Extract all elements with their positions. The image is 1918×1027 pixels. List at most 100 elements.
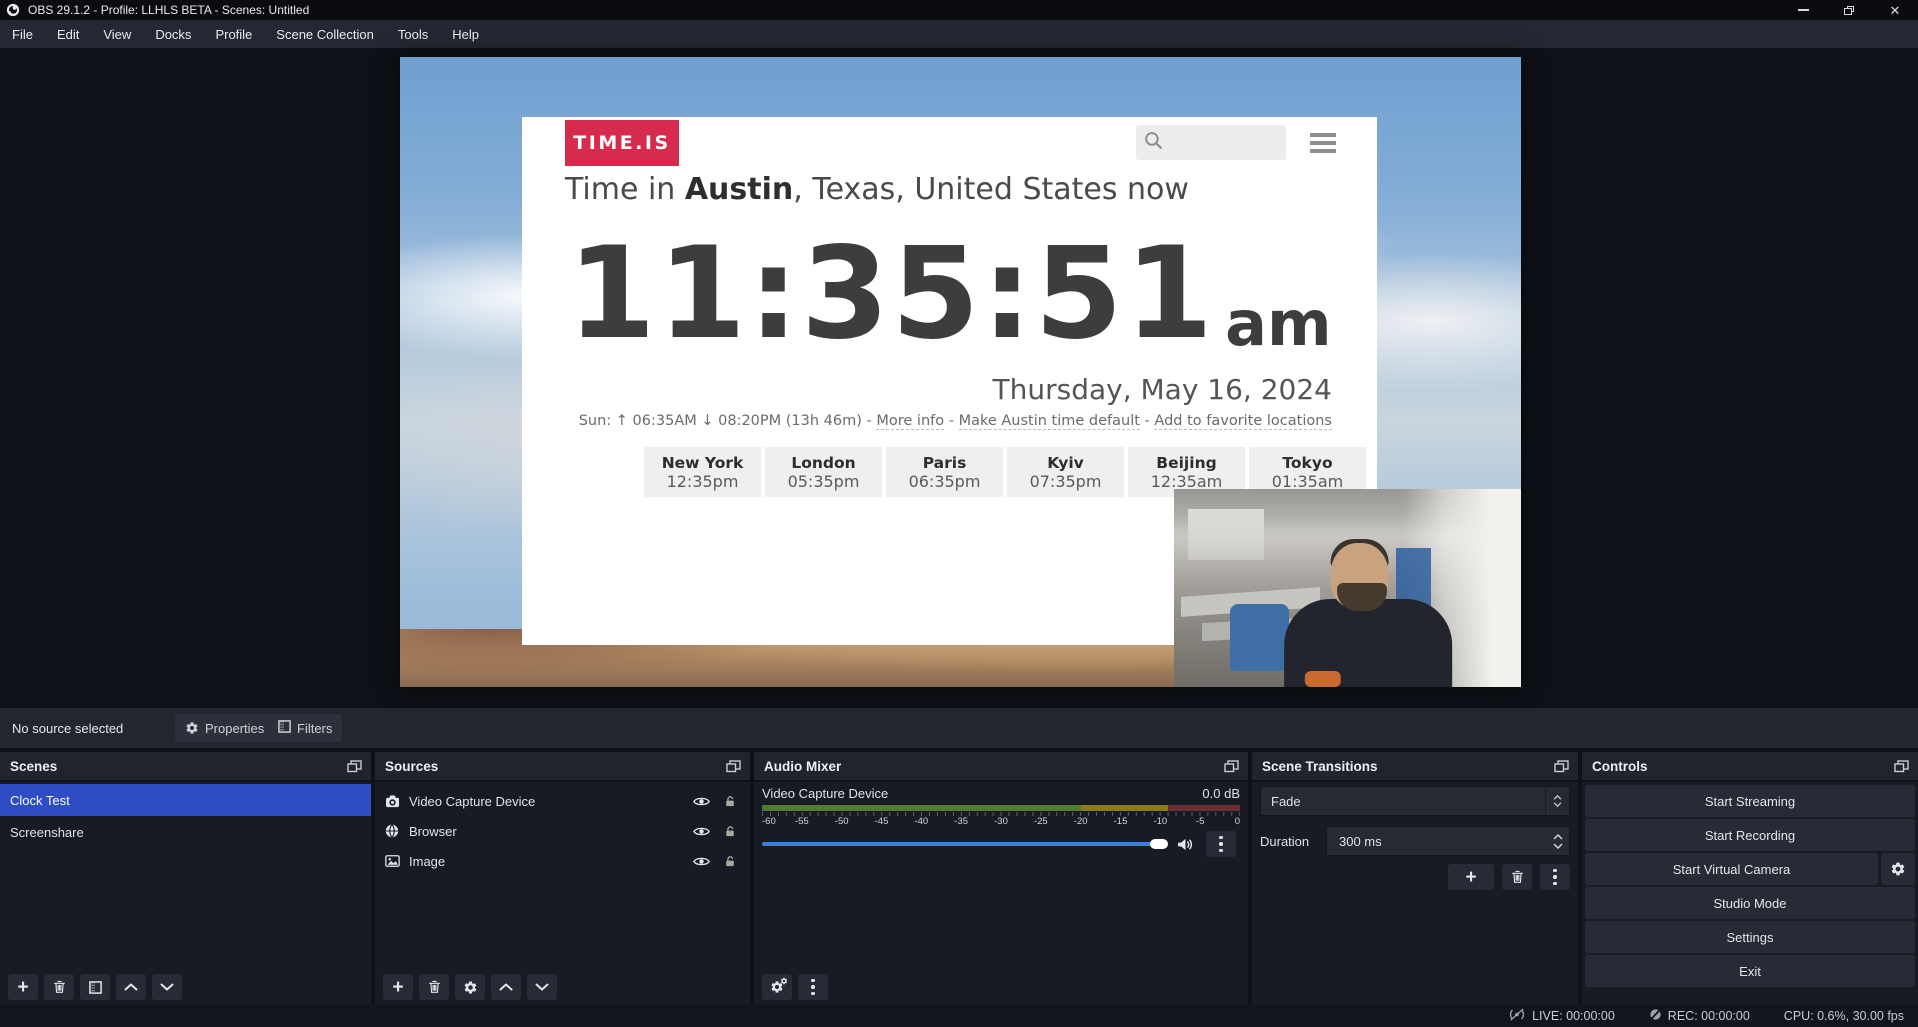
city-paris[interactable]: Paris06:35pm xyxy=(886,447,1003,497)
mixer-menu-button[interactable] xyxy=(798,974,828,1000)
menu-bar: File Edit View Docks Profile Scene Colle… xyxy=(0,20,1918,48)
search-input[interactable] xyxy=(1136,125,1286,160)
lock-icon[interactable] xyxy=(724,855,736,868)
lock-icon[interactable] xyxy=(724,825,736,838)
move-source-up-button[interactable] xyxy=(491,974,521,1000)
sun-times: Sun: ↑ 06:35AM ↓ 08:20PM (13h 46m) - xyxy=(579,413,872,429)
transition-select-arrows[interactable] xyxy=(1545,787,1569,815)
date-text: Thursday, May 16, 2024 xyxy=(993,373,1332,406)
preview-canvas[interactable]: TIME.IS Time in Austin, Texas, United St… xyxy=(400,57,1521,687)
cpu-fps-text: CPU: 0.6%, 30.00 fps xyxy=(1784,1009,1904,1023)
audio-mixer-panel: Audio Mixer Video Capture Device 0.0 dB … xyxy=(754,752,1248,1005)
visibility-eye-icon[interactable] xyxy=(693,826,710,837)
properties-button[interactable]: Properties xyxy=(175,714,274,742)
scenes-dock-icon[interactable] xyxy=(347,760,363,774)
transition-menu-button[interactable] xyxy=(1540,864,1570,890)
make-default-link[interactable]: Make Austin time default xyxy=(959,413,1140,430)
timeis-logo[interactable]: TIME.IS xyxy=(565,120,679,166)
add-favorite-link[interactable]: Add to favorite locations xyxy=(1154,413,1332,430)
window-title: OBS 29.1.2 - Profile: LLHLS BETA - Scene… xyxy=(28,3,309,17)
source-item-image[interactable]: Image xyxy=(375,846,750,876)
menu-file[interactable]: File xyxy=(0,20,45,48)
minimize-button[interactable] xyxy=(1780,0,1826,20)
source-item-browser[interactable]: Browser xyxy=(375,816,750,846)
title-bar: OBS 29.1.2 - Profile: LLHLS BETA - Scene… xyxy=(0,0,1918,20)
city-new-york[interactable]: New York12:35pm xyxy=(644,447,761,497)
sun-info-line: Sun: ↑ 06:35AM ↓ 08:20PM (13h 46m) - Mor… xyxy=(579,413,1332,429)
remove-transition-button[interactable] xyxy=(1502,864,1532,890)
gear-icon xyxy=(185,721,199,735)
camera-icon xyxy=(385,795,409,808)
scenes-panel: Scenes Clock Test Screenshare + xyxy=(0,752,371,1005)
scenes-title: Scenes xyxy=(10,759,57,774)
visibility-eye-icon[interactable] xyxy=(693,856,710,867)
duration-spinbox[interactable]: 300 ms xyxy=(1326,826,1570,856)
more-info-link[interactable]: More info xyxy=(876,413,944,430)
clock-digits: 11:35:51 xyxy=(567,230,1215,357)
duration-spin-arrows[interactable] xyxy=(1553,827,1563,855)
mixer-channel-name: Video Capture Device xyxy=(762,786,888,801)
rec-time-text: REC: 00:00:00 xyxy=(1668,1009,1750,1023)
properties-label: Properties xyxy=(205,721,264,736)
live-time-text: LIVE: 00:00:00 xyxy=(1532,1009,1615,1023)
scene-transitions-panel: Scene Transitions Fade Duration 300 ms + xyxy=(1252,752,1578,1005)
volume-slider-handle[interactable] xyxy=(1150,839,1168,849)
start-virtual-camera-button[interactable]: Start Virtual Camera xyxy=(1585,853,1878,885)
globe-icon xyxy=(385,824,409,838)
transition-select[interactable]: Fade xyxy=(1260,786,1570,816)
stream-inactive-icon xyxy=(1508,1008,1526,1024)
menu-help[interactable]: Help xyxy=(440,20,491,48)
add-transition-button[interactable]: + xyxy=(1448,864,1494,890)
add-scene-button[interactable]: + xyxy=(8,974,38,1000)
webcam-video[interactable] xyxy=(1174,489,1521,687)
scene-filters-button[interactable] xyxy=(80,974,110,1000)
source-item-video-capture[interactable]: Video Capture Device xyxy=(375,786,750,816)
lock-icon[interactable] xyxy=(724,795,736,808)
volume-meter xyxy=(762,805,1240,811)
volume-slider[interactable] xyxy=(762,842,1167,846)
scene-item-clock-test[interactable]: Clock Test xyxy=(0,784,371,816)
city-kyiv[interactable]: Kyiv07:35pm xyxy=(1007,447,1124,497)
remove-source-button[interactable] xyxy=(419,974,449,1000)
studio-mode-button[interactable]: Studio Mode xyxy=(1585,887,1915,919)
remove-scene-button[interactable] xyxy=(44,974,74,1000)
transitions-dock-icon[interactable] xyxy=(1554,760,1570,774)
heading-suffix: , Texas, United States now xyxy=(793,172,1189,207)
restore-button[interactable] xyxy=(1826,0,1872,20)
visibility-eye-icon[interactable] xyxy=(693,796,710,807)
advanced-audio-button[interactable] xyxy=(762,974,792,1000)
filters-icon xyxy=(278,720,291,736)
controls-panel: Controls Start Streaming Start Recording… xyxy=(1582,752,1918,1005)
city-london[interactable]: London05:35pm xyxy=(765,447,882,497)
move-scene-down-button[interactable] xyxy=(152,974,182,1000)
audio-mixer-title: Audio Mixer xyxy=(764,759,841,774)
start-recording-button[interactable]: Start Recording xyxy=(1585,819,1915,851)
menu-docks[interactable]: Docks xyxy=(143,20,203,48)
close-button[interactable]: ✕ xyxy=(1872,0,1918,20)
menu-profile[interactable]: Profile xyxy=(203,20,264,48)
meter-scale: -60 -55 -50 -45 -40 -35 -30 -25 -20 -15 … xyxy=(762,816,1240,828)
duration-label: Duration xyxy=(1260,834,1326,849)
virtual-camera-config-button[interactable] xyxy=(1881,853,1915,885)
audio-mixer-dock-icon[interactable] xyxy=(1224,760,1240,774)
settings-button[interactable]: Settings xyxy=(1585,921,1915,953)
move-source-down-button[interactable] xyxy=(527,974,557,1000)
menu-view[interactable]: View xyxy=(91,20,143,48)
move-scene-up-button[interactable] xyxy=(116,974,146,1000)
menu-scene-collection[interactable]: Scene Collection xyxy=(264,20,386,48)
image-icon xyxy=(385,855,409,867)
speaker-mute-icon[interactable] xyxy=(1177,838,1194,851)
controls-dock-icon[interactable] xyxy=(1894,760,1910,774)
source-properties-gear-button[interactable] xyxy=(455,974,485,1000)
start-streaming-button[interactable]: Start Streaming xyxy=(1585,785,1915,817)
exit-button[interactable]: Exit xyxy=(1585,955,1915,987)
sources-dock-icon[interactable] xyxy=(726,760,742,774)
filters-button[interactable]: Filters xyxy=(268,714,342,742)
scene-item-screenshare[interactable]: Screenshare xyxy=(0,816,371,848)
mixer-level-db: 0.0 dB xyxy=(1202,786,1240,801)
mixer-channel-menu-button[interactable] xyxy=(1206,831,1236,857)
menu-edit[interactable]: Edit xyxy=(45,20,91,48)
menu-tools[interactable]: Tools xyxy=(386,20,440,48)
hamburger-menu-icon[interactable] xyxy=(1310,133,1336,153)
add-source-button[interactable]: + xyxy=(383,974,413,1000)
